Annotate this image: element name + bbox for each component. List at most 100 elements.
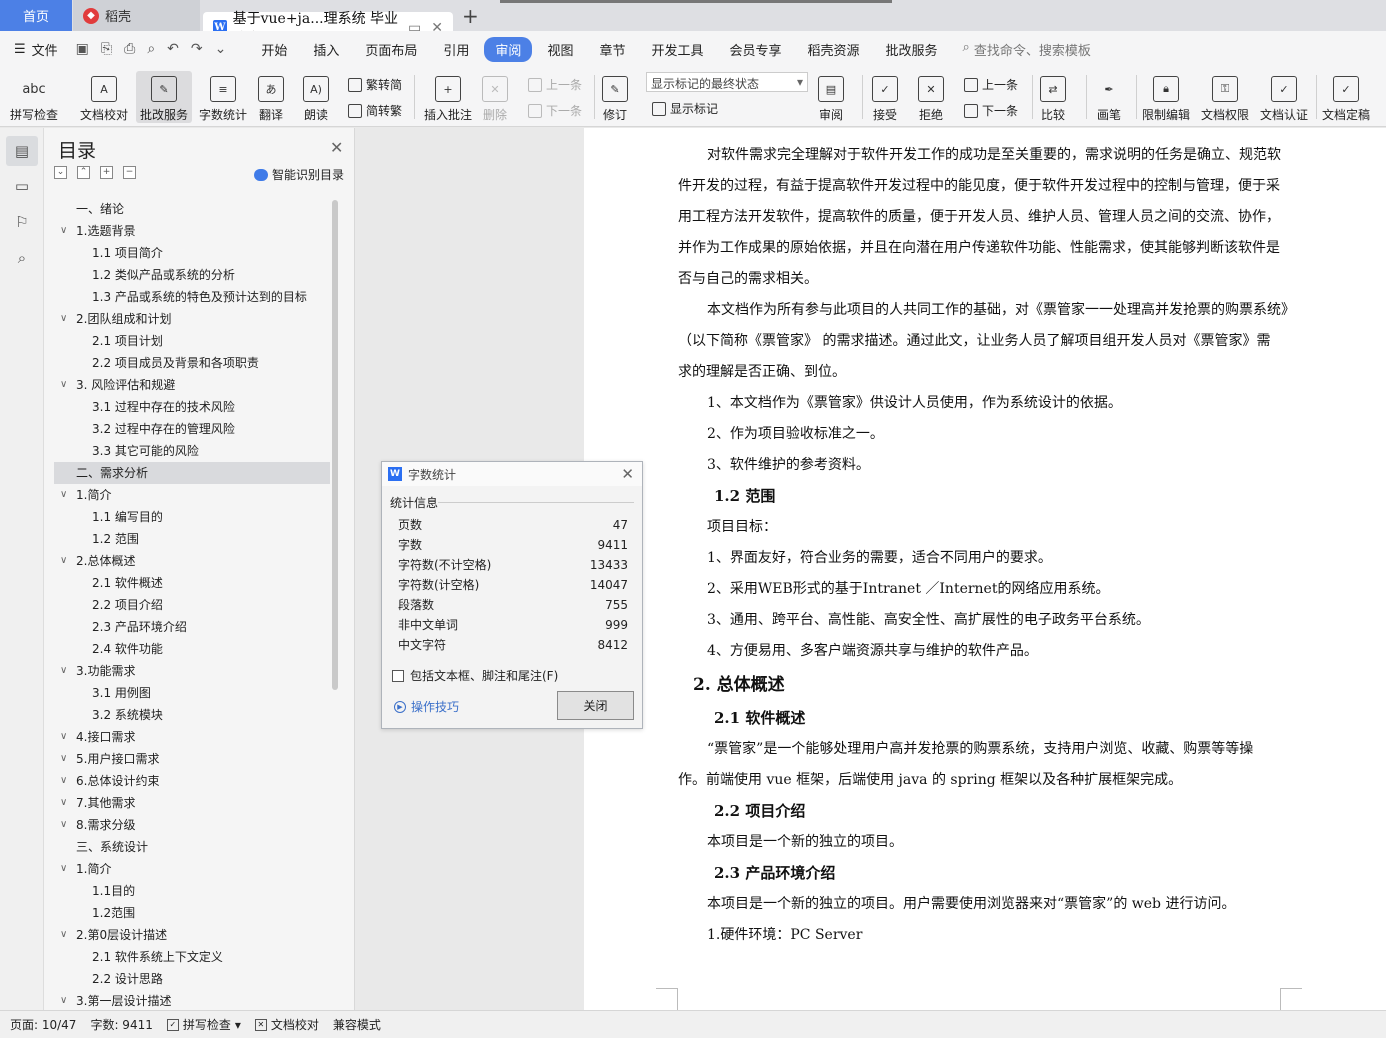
toc-item[interactable]: 1.1目的 <box>54 880 330 902</box>
toc-item[interactable]: 8.需求分级 <box>54 814 330 836</box>
toc-item[interactable]: 2.2 设计思路 <box>54 968 330 990</box>
preview-icon[interactable]: ⌕ <box>147 41 155 57</box>
prev-comment-button[interactable]: 上一条 <box>528 76 582 93</box>
prev-change-button[interactable]: 上一条 <box>964 76 1018 93</box>
toc-item[interactable]: 3.1 过程中存在的技术风险 <box>54 396 330 418</box>
track-changes-button[interactable]: ✎ 修订 <box>602 71 628 123</box>
chapter-nav-icon[interactable]: ▭ <box>12 176 32 196</box>
menu-tab[interactable]: 引用 <box>432 37 480 62</box>
toc-item[interactable]: 1.简介 <box>54 484 330 506</box>
word-count-indicator[interactable]: 字数: 9411 <box>90 1016 152 1033</box>
expand-all-icon[interactable]: ⌃ <box>77 166 90 179</box>
toc-item[interactable]: 3.3 其它可能的风险 <box>54 440 330 462</box>
next-comment-button[interactable]: 下一条 <box>528 102 582 119</box>
doc-paragraph[interactable]: 2、采用WEB形式的基于Intranet ／Internet的网络应用系统。 <box>678 574 1290 605</box>
doc-paragraph[interactable]: 本项目是一个新的独立的项目。 <box>678 827 1290 858</box>
spell-check-button[interactable]: abc 拼写检查 <box>10 71 58 123</box>
proofread-status[interactable]: ✕ 文档校对 <box>254 1016 319 1033</box>
menu-tab[interactable]: 章节 <box>588 37 636 62</box>
menu-tab[interactable]: 插入 <box>302 37 350 62</box>
bookmark-icon[interactable]: ⚐ <box>12 212 32 232</box>
redo-icon[interactable]: ↷ <box>191 41 203 57</box>
new-tab-icon[interactable]: + <box>462 4 479 28</box>
toc-item[interactable]: 3.1 用例图 <box>54 682 330 704</box>
toc-item[interactable]: 2.团队组成和计划 <box>54 308 330 330</box>
doc-permission-button[interactable]: ⚿ 文档权限 <box>1201 71 1249 123</box>
toc-item[interactable]: 1.简介 <box>54 858 330 880</box>
insert-comment-button[interactable]: + 插入批注 <box>424 71 472 123</box>
tips-link[interactable]: ▶ 操作技巧 <box>394 698 459 715</box>
add-level-icon[interactable]: + <box>100 166 113 179</box>
doc-certify-button[interactable]: ✓ 文档认证 <box>1260 71 1308 123</box>
doc-paragraph[interactable]: 1、界面友好，符合业务的需要，适合不同用户的要求。 <box>678 543 1290 574</box>
search-icon[interactable]: ⌕ <box>12 248 32 268</box>
show-markup-button[interactable]: 显示标记 <box>652 100 718 117</box>
translate-button[interactable]: あ 翻译 <box>258 71 284 123</box>
doc-paragraph[interactable]: 并作为工作成果的原始依据，并且在向潜在用户传递软件功能、性能需求，使其能够判断该… <box>678 233 1290 264</box>
tab-daoke[interactable]: ◆ 稻壳 <box>73 0 200 31</box>
file-menu[interactable]: ☰ 文件 <box>14 40 58 59</box>
dialog-titlebar[interactable]: W 字数统计 <box>382 462 642 486</box>
word-count-button[interactable]: ≡ 字数统计 <box>199 71 247 123</box>
toc-item[interactable]: 3.2 系统模块 <box>54 704 330 726</box>
toc-item[interactable]: 4.接口需求 <box>54 726 330 748</box>
menu-tab[interactable]: 页面布局 <box>354 37 428 62</box>
toc-item[interactable]: 2.1 软件概述 <box>54 572 330 594</box>
toc-item[interactable]: 2.3 产品环境介绍 <box>54 616 330 638</box>
toc-item[interactable]: 2.1 软件系统上下文定义 <box>54 946 330 968</box>
proofread-button[interactable]: A 文档校对 <box>80 71 128 123</box>
export-icon[interactable]: ⎘ <box>101 41 112 57</box>
menu-tab[interactable]: 视图 <box>536 37 584 62</box>
smart-toc-button[interactable]: 智能识别目录 <box>254 166 344 183</box>
spell-check-status[interactable]: ✓ 拼写检查 ▾ <box>166 1016 241 1033</box>
toc-item[interactable]: 2.4 软件功能 <box>54 638 330 660</box>
toc-panel-icon[interactable]: ▤ <box>6 136 38 166</box>
doc-paragraph[interactable]: 2、作为项目验收标准之一。 <box>678 419 1290 450</box>
reject-button[interactable]: ✕ 拒绝 <box>918 71 944 123</box>
doc-paragraph[interactable]: 3、通用、跨平台、高性能、高安全性、高扩展性的电子政务平台系统。 <box>678 605 1290 636</box>
toc-item[interactable]: 二、需求分析 <box>54 462 330 484</box>
toc-item[interactable]: 1.2 类似产品或系统的分析 <box>54 264 330 286</box>
doc-heading[interactable]: 2.3 产品环境介绍 <box>678 858 1290 889</box>
document-body[interactable]: 对软件需求完全理解对于软件开发工作的成功是至关重要的，需求说明的任务是确立、规范… <box>678 140 1295 951</box>
remove-level-icon[interactable]: − <box>123 166 136 179</box>
restrict-edit-button[interactable]: 🔒︎ 限制编辑 <box>1142 71 1190 123</box>
doc-paragraph[interactable]: 本项目是一个新的独立的项目。用户需要使用浏览器来对“票管家”的 web 进行访问… <box>678 889 1290 920</box>
toc-item[interactable]: 1.2 范围 <box>54 528 330 550</box>
correction-service-button[interactable]: ✎ 批改服务 <box>136 71 193 123</box>
toc-item[interactable]: 一、绪论 <box>54 198 330 220</box>
doc-heading[interactable]: 2.1 软件概述 <box>678 703 1290 734</box>
toc-item[interactable]: 2.第0层设计描述 <box>54 924 330 946</box>
doc-heading[interactable]: 1.2 范围 <box>678 481 1290 512</box>
next-change-button[interactable]: 下一条 <box>964 102 1018 119</box>
toc-item[interactable]: 3.2 过程中存在的管理风险 <box>54 418 330 440</box>
doc-paragraph[interactable]: （以下简称《票管家》 的需求描述。通过此文，让业务人员了解项目组开发人员对《票管… <box>678 326 1290 357</box>
menu-tab[interactable]: 批改服务 <box>875 37 949 62</box>
command-search[interactable]: ⌕ 查找命令、搜索模板 <box>963 40 1091 59</box>
close-button[interactable]: 关闭 <box>557 691 634 720</box>
toc-item[interactable]: 2.总体概述 <box>54 550 330 572</box>
markup-state-select[interactable]: 显示标记的最终状态 <box>646 72 808 92</box>
toc-item[interactable]: 1.3 产品或系统的特色及预计达到的目标 <box>54 286 330 308</box>
doc-paragraph[interactable]: 1.硬件环境：PC Server <box>678 920 1290 951</box>
toc-item[interactable]: 7.其他需求 <box>54 792 330 814</box>
toc-item[interactable]: 三、系统设计 <box>54 836 330 858</box>
doc-paragraph[interactable]: 求的理解是否正确、到位。 <box>678 357 1290 388</box>
trad-to-simp-button[interactable]: 繁转简 <box>348 76 402 93</box>
doc-paragraph[interactable]: 用工程方法开发软件，提高软件的质量，便于开发人员、维护人员、管理人员之间的交流、… <box>678 202 1290 233</box>
review-pane-button[interactable]: ▤ 审阅 <box>818 71 844 123</box>
doc-paragraph[interactable]: 作。前端使用 vue 框架，后端使用 java 的 spring 框架以及各种扩… <box>678 765 1290 796</box>
menu-tab[interactable]: 开发工具 <box>640 37 714 62</box>
toc-item[interactable]: 2.2 项目成员及背景和各项职责 <box>54 352 330 374</box>
toc-item[interactable]: 5.用户接口需求 <box>54 748 330 770</box>
include-textbox-checkbox[interactable]: 包括文本框、脚注和尾注(F) <box>392 667 558 684</box>
toc-item[interactable]: 1.选题背景 <box>54 220 330 242</box>
doc-heading[interactable]: 2. 总体概述 <box>678 667 1290 703</box>
toc-item[interactable]: 3.功能需求 <box>54 660 330 682</box>
toc-item[interactable]: 6.总体设计约束 <box>54 770 330 792</box>
close-icon[interactable]: ✕ <box>330 138 343 157</box>
ink-button[interactable]: ✒ 画笔 <box>1096 71 1122 123</box>
checkbox-box[interactable] <box>392 669 404 682</box>
toc-item[interactable]: 3. 风险评估和规避 <box>54 374 330 396</box>
finalize-button[interactable]: ✓ 文档定稿 <box>1322 71 1370 123</box>
